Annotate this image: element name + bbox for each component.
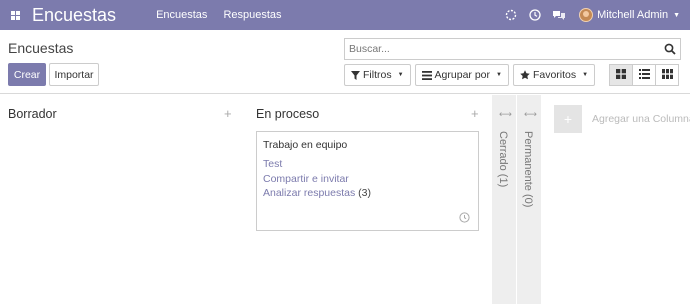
chevron-down-icon: ▼	[582, 72, 589, 78]
add-card-borrador-icon[interactable]: +	[224, 106, 232, 121]
search-options: Filtros ▼ Agrupar por ▼ Favoritos ▼	[344, 64, 599, 86]
grid-view-button[interactable]	[655, 64, 679, 86]
add-column-label[interactable]: Agregar una Columna	[592, 113, 690, 125]
folded-column-cerrado[interactable]: ⟷ Cerrado (1)	[492, 95, 516, 304]
column-title-borrador[interactable]: Borrador	[8, 107, 57, 121]
link-analyze-answers-label: Analizar respuestas	[263, 187, 356, 199]
clock-icon[interactable]	[523, 9, 547, 21]
column-title-en-proceso[interactable]: En proceso	[256, 107, 319, 121]
kanban-card[interactable]: Trabajo en equipo Test Compartir e invit…	[256, 131, 479, 231]
control-panel: Encuestas Crear Importar Filtros ▼ Agrup…	[0, 30, 690, 94]
kanban-board: Borrador + En proceso + Trabajo en equip…	[0, 95, 690, 304]
card-title: Trabajo en equipo	[263, 139, 348, 151]
favorites-label: Favoritos	[532, 69, 577, 81]
link-test[interactable]: Test	[263, 158, 282, 170]
app-title[interactable]: Encuestas	[32, 5, 116, 26]
search-icon[interactable]	[664, 43, 676, 55]
chat-icon[interactable]	[547, 9, 571, 21]
folded-column-label: Permanente (0)	[522, 131, 534, 208]
group-by-label: Agrupar por	[434, 69, 490, 81]
list-bars-icon	[421, 70, 432, 80]
filters-label: Filtros	[363, 69, 392, 81]
list-view-button[interactable]	[632, 64, 656, 86]
list-icon	[638, 68, 650, 82]
chevron-down-icon: ▼	[673, 11, 680, 19]
kanban-view-button[interactable]	[609, 64, 633, 86]
activity-spinner-icon[interactable]	[499, 9, 523, 21]
view-switcher	[609, 64, 679, 86]
clock-icon[interactable]	[459, 212, 470, 223]
add-column-button[interactable]: +	[554, 105, 582, 133]
chevron-down-icon: ▼	[397, 72, 404, 78]
menu-item-respuestas[interactable]: Respuestas	[223, 9, 281, 21]
favorites-dropdown[interactable]: Favoritos ▼	[512, 64, 596, 86]
small-grid-icon	[661, 68, 673, 82]
plus-icon: +	[563, 111, 573, 127]
create-button[interactable]: Crear	[8, 63, 46, 86]
unfold-icon[interactable]: ⟷	[524, 109, 537, 120]
avatar	[579, 8, 594, 22]
chevron-down-icon: ▼	[496, 72, 502, 78]
link-analyze-answers[interactable]: Analizar respuestas (3)	[263, 187, 371, 199]
star-icon	[520, 70, 530, 80]
link-share-invite[interactable]: Compartir e invitar	[263, 173, 349, 185]
search-input[interactable]	[349, 41, 649, 57]
user-menu[interactable]: Mitchell Admin ▼	[579, 8, 680, 22]
add-card-en-proceso-icon[interactable]: +	[471, 106, 479, 121]
folded-column-label: Cerrado (1)	[497, 131, 509, 188]
filters-dropdown[interactable]: Filtros ▼	[344, 64, 411, 86]
group-by-dropdown[interactable]: Agrupar por ▼	[414, 64, 509, 86]
apps-menu-icon[interactable]	[0, 0, 30, 30]
kanban-grid-icon	[616, 68, 626, 82]
user-name: Mitchell Admin	[597, 9, 669, 21]
answers-count: (3)	[358, 187, 371, 199]
import-button[interactable]: Importar	[49, 63, 99, 86]
breadcrumb: Encuestas	[8, 40, 74, 56]
filter-icon	[351, 70, 360, 80]
search-box	[344, 38, 681, 60]
menu-item-encuestas[interactable]: Encuestas	[156, 9, 207, 21]
folded-column-permanente[interactable]: ⟷ Permanente (0)	[517, 95, 541, 304]
unfold-icon[interactable]: ⟷	[499, 109, 512, 120]
top-navbar: Encuestas Encuestas Respuestas Mitchell …	[0, 0, 690, 30]
